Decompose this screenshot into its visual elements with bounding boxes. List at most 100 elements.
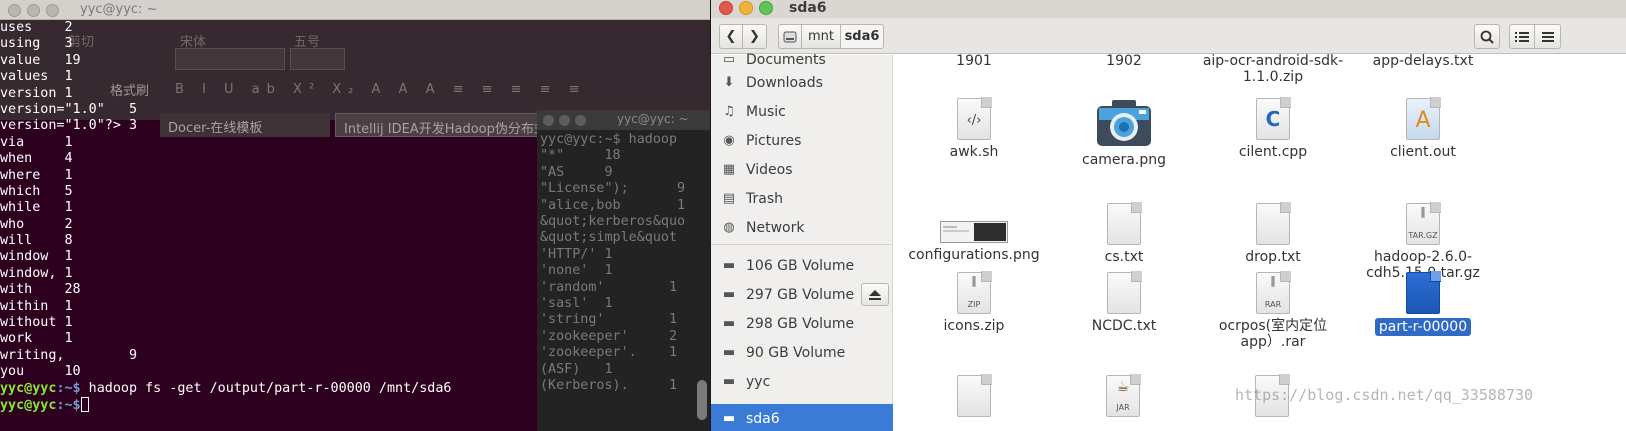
terminal-scrollbar[interactable]: [697, 380, 707, 420]
sidebar-item-label: yyc: [746, 373, 771, 390]
minimize-button[interactable]: [739, 1, 753, 15]
sidebar-item-sda6[interactable]: ▬ sda6: [711, 404, 893, 431]
file-name: drop.txt: [1245, 249, 1301, 265]
sidebar-item-label: Videos: [746, 161, 793, 178]
sidebar-item-downloads[interactable]: ⬇ Downloads: [711, 68, 893, 97]
text-file-icon[interactable]: [957, 374, 992, 417]
file-item[interactable]: ‖ ZIP icons.zip: [899, 271, 1049, 334]
drive-icon: ▬: [722, 316, 736, 331]
jar-icon[interactable]: ☕ JAR: [1106, 374, 1141, 417]
sidebar-item-90-gb-volume[interactable]: ▬ 90 GB Volume: [711, 338, 893, 367]
text-file-icon: [1049, 271, 1199, 316]
sidebar-item-pictures[interactable]: ◉ Pictures: [711, 126, 893, 155]
file-manager-window[interactable]: sda6 ❮ ❯ mnt sda6 ▭ Documents ⬇ Downloads ♫ M…: [710, 0, 1626, 431]
file-name: icons.zip: [943, 318, 1005, 334]
drive-icon: ▬: [722, 287, 736, 302]
prompt-path: :~$: [56, 397, 81, 413]
terminal-line: you 10: [0, 364, 81, 380]
file-item[interactable]: part-r-00000: [1348, 271, 1498, 336]
terminal-cursor[interactable]: [80, 396, 89, 412]
sidebar-item-network[interactable]: ◍ Network: [711, 213, 893, 242]
watermark: https://blog.csdn.net/qq_33588730: [1235, 386, 1534, 404]
terminal-titlebar[interactable]: yyc@yyc: ~: [0, 0, 737, 20]
file-item[interactable]: NCDC.txt: [1049, 271, 1199, 334]
terminal-line: using 3: [0, 36, 73, 52]
sidebar-item-trash[interactable]: ▤ Trash: [711, 184, 893, 213]
sidebar-item-music[interactable]: ♫ Music: [711, 97, 893, 126]
sidebar-item-label: Downloads: [746, 74, 823, 91]
file-name: awk.sh: [949, 144, 999, 160]
terminal-line: with 28: [0, 282, 81, 298]
maximize-button[interactable]: [46, 4, 59, 17]
file-item[interactable]: configurations.png: [899, 203, 1049, 263]
folder-icon: ▭: [722, 52, 736, 67]
file-grid[interactable]: 1901 1902 aip-ocr-android-sdk-1.1.0.zip app…: [894, 53, 1626, 431]
music-icon: ♫: [723, 104, 735, 119]
terminal-window[interactable]: yyc@yyc: ~ 宋体 五号 剪切 格式刷 B I U ab X² X₂ A…: [0, 0, 737, 431]
file-name: aip-ocr-android-sdk-1.1.0.zip: [1202, 53, 1344, 85]
search-icon: [1480, 30, 1494, 44]
close-button[interactable]: [719, 1, 733, 15]
file-name: 1901: [956, 53, 992, 69]
menu-button[interactable]: [1534, 24, 1561, 49]
prompt-path: :~$: [56, 380, 81, 396]
file-item[interactable]: Ccilent.cpp: [1198, 97, 1348, 160]
eject-button[interactable]: [861, 283, 889, 306]
minimize-button[interactable]: [27, 4, 40, 17]
file-name: NCDC.txt: [1091, 318, 1157, 334]
terminal-line: within 1: [0, 298, 73, 314]
terminal-line: uses 2: [0, 20, 73, 35]
file-item[interactable]: ‖ TAR.GZ hadoop-2.6.0-cdh5.15.0.tar.gz: [1348, 202, 1498, 281]
file-item[interactable]: 1901: [899, 51, 1049, 69]
terminal-output[interactable]: uses 2 using 3 value 19 values 1 version 1 ve…: [0, 20, 700, 413]
sidebar-item-106-gb-volume[interactable]: ▬ 106 GB Volume: [711, 251, 893, 280]
file-manager-titlebar[interactable]: sda6: [711, 0, 1626, 18]
file-item[interactable]: camera.png: [1049, 98, 1199, 168]
search-button[interactable]: [1474, 24, 1500, 49]
terminal-line: window 1: [0, 249, 73, 265]
terminal-title: yyc@yyc: ~: [80, 2, 158, 17]
file-name: ocrpos(室内定位app）.rar: [1218, 318, 1328, 350]
file-item[interactable]: cs.txt: [1049, 202, 1199, 265]
prompt-user: yyc@yyc: [0, 397, 57, 413]
sidebar-item-label: 106 GB Volume: [746, 257, 855, 274]
terminal-line: where 1: [0, 167, 73, 183]
file-name: cilent.cpp: [1238, 144, 1308, 160]
file-item[interactable]: 1902: [1049, 51, 1199, 69]
file-name: client.out: [1390, 144, 1456, 160]
list-view-button[interactable]: [1509, 24, 1535, 49]
prompt-user: yyc@yyc: [0, 380, 57, 396]
sidebar-item-videos[interactable]: ▦ Videos: [711, 155, 893, 184]
file-item[interactable]: app-delays.txt: [1348, 51, 1498, 69]
drive-icon: ▬: [722, 374, 736, 389]
terminal-prompt-line: yyc@yyc:~$: [0, 396, 700, 413]
terminal-line: value 19: [0, 52, 81, 68]
list-icon: [1515, 31, 1529, 42]
image-thumbnail-icon: [899, 221, 1049, 245]
sidebar-item-label: Pictures: [746, 132, 802, 149]
network-icon: ◍: [723, 220, 735, 235]
terminal-line: when 4: [0, 151, 73, 167]
sidebar-item-label: 297 GB Volume: [746, 286, 855, 303]
text-file-icon: [1198, 202, 1348, 247]
film-icon: ▦: [722, 162, 736, 177]
sidebar-item-label: Trash: [746, 190, 783, 207]
maximize-button[interactable]: [759, 1, 773, 15]
sidebar-item-298-gb-volume[interactable]: ▬ 298 GB Volume: [711, 309, 893, 338]
terminal-command: hadoop fs -get /output/part-r-00000 /mnt…: [80, 380, 452, 396]
eject-icon: [869, 289, 881, 300]
file-item[interactable]: drop.txt: [1198, 202, 1348, 265]
drive-icon: [783, 31, 797, 42]
close-button[interactable]: [8, 4, 21, 17]
file-item[interactable]: Aclient.out: [1348, 97, 1498, 160]
file-item[interactable]: aip-ocr-android-sdk-1.1.0.zip: [1198, 51, 1348, 85]
sidebar-item-yyc[interactable]: ▬ yyc: [711, 367, 893, 396]
file-item[interactable]: ‖ RAR ocrpos(室内定位app）.rar: [1198, 271, 1348, 350]
trash-icon: ▤: [722, 191, 736, 206]
terminal-prompt-line: yyc@yyc:~$ hadoop fs -get /output/part-r…: [0, 381, 700, 397]
rar-icon: ‖ RAR: [1198, 271, 1348, 316]
file-item[interactable]: ‹/› awk.sh: [899, 97, 1049, 160]
terminal-line: window, 1: [0, 265, 73, 281]
blue-file-icon: [1348, 271, 1498, 316]
terminal-line: via 1: [0, 134, 73, 150]
